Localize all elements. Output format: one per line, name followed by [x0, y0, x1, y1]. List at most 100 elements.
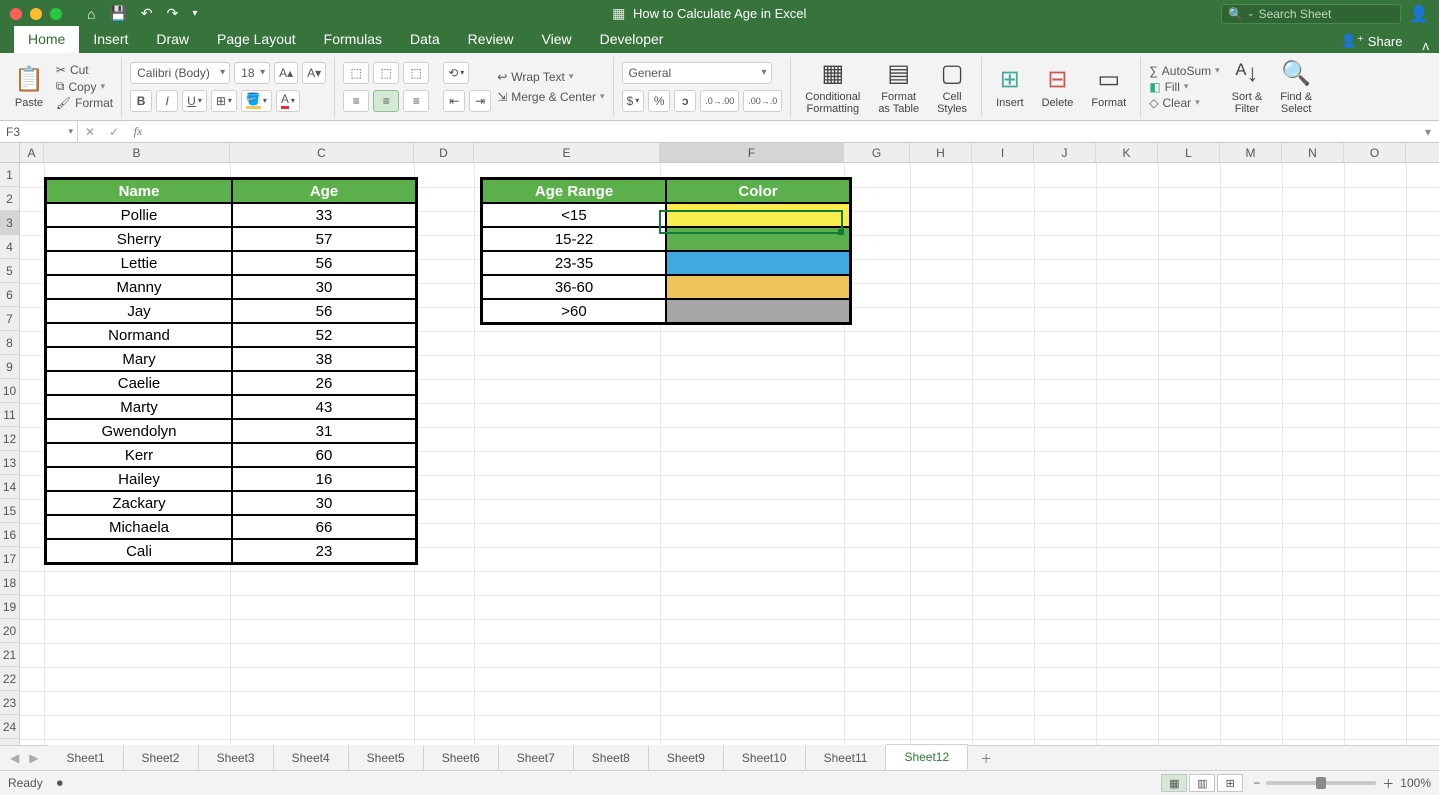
row-header-13[interactable]: 13	[0, 451, 19, 475]
sheet-tab-sheet4[interactable]: Sheet4	[274, 745, 349, 770]
row-header-7[interactable]: 7	[0, 307, 19, 331]
sheet-tab-sheet8[interactable]: Sheet8	[574, 745, 649, 770]
undo-icon[interactable]: ↶	[141, 5, 153, 22]
sheet-tab-sheet2[interactable]: Sheet2	[124, 745, 199, 770]
increase-font-button[interactable]: A▴	[274, 62, 298, 84]
row-header-15[interactable]: 15	[0, 499, 19, 523]
collapse-ribbon-button[interactable]: ʌ	[1413, 38, 1439, 53]
align-bottom-button[interactable]: ⬚	[403, 62, 429, 84]
increase-indent-button[interactable]: ⇥	[469, 90, 491, 112]
expand-formula-bar-button[interactable]: ▾	[1417, 125, 1439, 139]
close-window-icon[interactable]	[10, 8, 22, 20]
column-header-N[interactable]: N	[1282, 143, 1344, 162]
merge-center-button[interactable]: ⇲ Merge & Center ▾	[497, 90, 604, 104]
row-header-2[interactable]: 2	[0, 187, 19, 211]
home-icon[interactable]: ⌂	[87, 6, 95, 22]
normal-view-button[interactable]: ▦	[1161, 774, 1187, 792]
decrease-indent-button[interactable]: ⇤	[443, 90, 465, 112]
wrap-text-button[interactable]: ↩ Wrap Text ▾	[497, 70, 573, 84]
clear-button[interactable]: ◇ Clear ▾	[1149, 96, 1199, 110]
ribbon-tab-insert[interactable]: Insert	[79, 26, 142, 53]
comma-button[interactable]: ͻ	[674, 90, 696, 112]
user-account-icon[interactable]: 👤	[1409, 4, 1429, 24]
sheet-tab-sheet1[interactable]: Sheet1	[48, 745, 123, 770]
save-icon[interactable]: 💾	[109, 5, 126, 22]
sheet-tab-sheet7[interactable]: Sheet7	[499, 745, 574, 770]
zoom-slider[interactable]	[1266, 781, 1376, 785]
cancel-formula-button[interactable]: ✕	[78, 125, 102, 139]
sheet-tab-sheet6[interactable]: Sheet6	[424, 745, 499, 770]
decrease-font-button[interactable]: A▾	[302, 62, 326, 84]
ribbon-tab-home[interactable]: Home	[14, 26, 79, 53]
add-sheet-button[interactable]: ＋	[968, 746, 1004, 771]
row-header-3[interactable]: 3	[0, 211, 19, 235]
row-header-21[interactable]: 21	[0, 643, 19, 667]
paste-button[interactable]: 📋 Paste	[8, 63, 50, 111]
share-button[interactable]: 👤⁺ Share	[1331, 29, 1413, 53]
format-cells-button[interactable]: ▭Format	[1085, 63, 1132, 111]
percent-button[interactable]: %	[648, 90, 670, 112]
ribbon-tab-data[interactable]: Data	[396, 26, 454, 53]
column-header-M[interactable]: M	[1220, 143, 1282, 162]
row-header-14[interactable]: 14	[0, 475, 19, 499]
spreadsheet-grid[interactable]: ABCDEFGHIJKLMNO 123456789101112131415161…	[0, 143, 1439, 745]
row-header-6[interactable]: 6	[0, 283, 19, 307]
format-painter-button[interactable]: 🖌 Format	[56, 96, 113, 110]
sheet-tab-sheet11[interactable]: Sheet11	[806, 745, 887, 770]
row-header-4[interactable]: 4	[0, 235, 19, 259]
delete-cells-button[interactable]: ⊟Delete	[1036, 63, 1080, 111]
underline-button[interactable]: U▾	[182, 90, 207, 112]
autosum-button[interactable]: ∑ AutoSum ▾	[1149, 64, 1219, 78]
row-header-17[interactable]: 17	[0, 547, 19, 571]
insert-cells-button[interactable]: ⊞Insert	[990, 63, 1030, 111]
row-header-9[interactable]: 9	[0, 355, 19, 379]
fill-button[interactable]: ◧ Fill ▾	[1149, 80, 1188, 94]
ribbon-tab-review[interactable]: Review	[454, 26, 528, 53]
sheet-tab-sheet10[interactable]: Sheet10	[724, 745, 806, 770]
row-header-11[interactable]: 11	[0, 403, 19, 427]
select-all-corner[interactable]	[0, 143, 20, 163]
bold-button[interactable]: B	[130, 90, 152, 112]
italic-button[interactable]: I	[156, 90, 178, 112]
number-format-select[interactable]: General	[622, 62, 772, 84]
column-header-J[interactable]: J	[1034, 143, 1096, 162]
align-left-button[interactable]: ≡	[343, 90, 369, 112]
conditional-formatting-button[interactable]: ▦Conditional Formatting	[799, 57, 866, 117]
accept-formula-button[interactable]: ✓	[102, 125, 126, 139]
sheet-nav-prev-icon[interactable]: ◀	[10, 751, 19, 765]
column-header-I[interactable]: I	[972, 143, 1034, 162]
row-header-5[interactable]: 5	[0, 259, 19, 283]
ribbon-tab-draw[interactable]: Draw	[142, 26, 203, 53]
insert-function-button[interactable]: fx	[126, 124, 150, 139]
page-break-view-button[interactable]: ⊞	[1217, 774, 1243, 792]
column-header-L[interactable]: L	[1158, 143, 1220, 162]
sheet-tab-sheet9[interactable]: Sheet9	[649, 745, 724, 770]
page-layout-view-button[interactable]: ▥	[1189, 774, 1215, 792]
column-header-H[interactable]: H	[910, 143, 972, 162]
name-box[interactable]: F3	[0, 121, 78, 142]
row-headers[interactable]: 1234567891011121314151617181920212223242…	[0, 163, 20, 745]
row-header-24[interactable]: 24	[0, 715, 19, 739]
align-middle-button[interactable]: ⬚	[373, 62, 399, 84]
zoom-in-button[interactable]: ＋	[1382, 775, 1394, 792]
copy-button[interactable]: ⧉ Copy ▾	[56, 79, 105, 94]
column-header-C[interactable]: C	[230, 143, 414, 162]
column-header-D[interactable]: D	[414, 143, 474, 162]
align-center-button[interactable]: ≡	[373, 90, 399, 112]
row-header-19[interactable]: 19	[0, 595, 19, 619]
column-header-E[interactable]: E	[474, 143, 660, 162]
align-top-button[interactable]: ⬚	[343, 62, 369, 84]
search-sheet-input[interactable]: 🔍 ⌄ Search Sheet	[1221, 4, 1401, 24]
font-name-select[interactable]: Calibri (Body)	[130, 62, 230, 84]
row-header-12[interactable]: 12	[0, 427, 19, 451]
column-header-G[interactable]: G	[844, 143, 910, 162]
macro-record-icon[interactable]: ⏺	[57, 776, 63, 791]
row-header-20[interactable]: 20	[0, 619, 19, 643]
minimize-window-icon[interactable]	[30, 8, 42, 20]
ribbon-tab-formulas[interactable]: Formulas	[310, 26, 396, 53]
sheet-nav-next-icon[interactable]: ▶	[29, 751, 38, 765]
borders-button[interactable]: ⊞▾	[211, 90, 237, 112]
maximize-window-icon[interactable]	[50, 8, 62, 20]
row-header-22[interactable]: 22	[0, 667, 19, 691]
cells-area[interactable]: NameAgePollie33Sherry57Lettie56Manny30Ja…	[20, 163, 1439, 745]
